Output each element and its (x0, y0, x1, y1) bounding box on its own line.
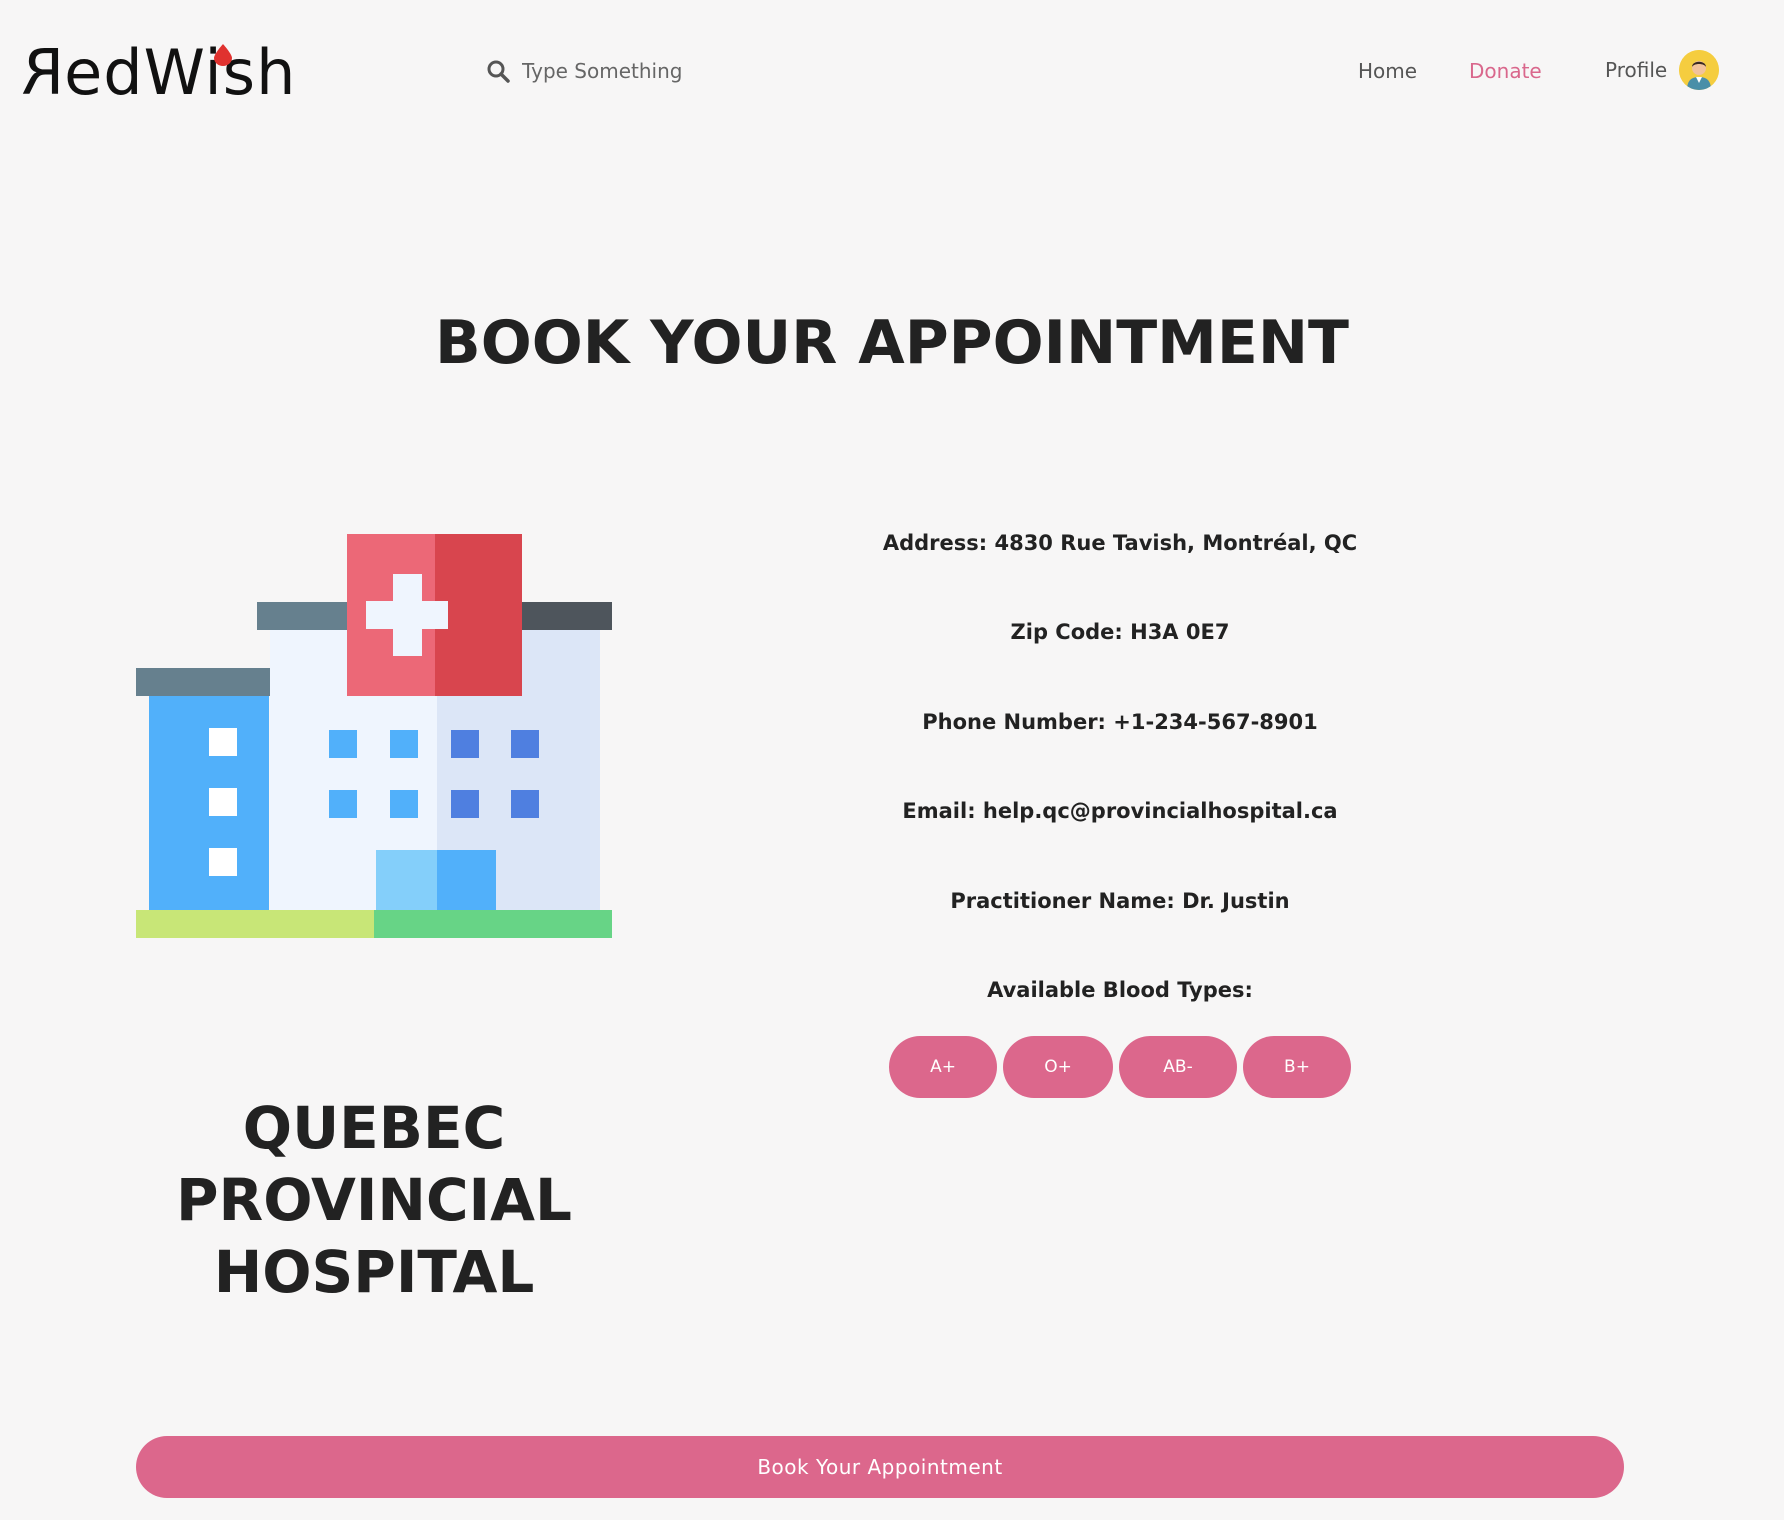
page-title: BOOK YOUR APPOINTMENT (435, 308, 1349, 378)
search-input[interactable] (522, 59, 782, 83)
nav-home[interactable]: Home (1358, 56, 1417, 86)
avatar-icon (1679, 50, 1720, 90)
logo-letter-r: R (20, 36, 65, 109)
blood-type-button[interactable]: AB- (1119, 1036, 1237, 1098)
email: Email: help.qc@provincialhospital.ca (902, 799, 1338, 823)
hospital-building-icon (136, 534, 612, 938)
blood-type-button[interactable]: O+ (1003, 1036, 1113, 1098)
blood-type-button[interactable]: A+ (889, 1036, 997, 1098)
hospital-name-line2: PROVINCIAL (176, 1166, 572, 1234)
logo[interactable]: RedWish (20, 36, 296, 109)
nav-profile[interactable]: Profile (1605, 50, 1720, 90)
book-appointment-button[interactable]: Book Your Appointment (136, 1436, 1624, 1498)
search-icon (487, 60, 510, 83)
hospital-name-line1: QUEBEC (242, 1094, 506, 1162)
blood-type-list: A+ O+ AB- B+ (889, 1036, 1351, 1098)
blood-drop-icon (214, 44, 232, 66)
hospital-name: QUEBEC PROVINCIAL HOSPITAL (136, 1092, 612, 1308)
practitioner-name: Practitioner Name: Dr. Justin (950, 889, 1290, 913)
zip-code: Zip Code: H3A 0E7 (1010, 620, 1230, 644)
phone-number: Phone Number: +1-234-567-8901 (922, 710, 1318, 734)
blood-type-button[interactable]: B+ (1243, 1036, 1351, 1098)
blood-types-label: Available Blood Types: (987, 978, 1253, 1002)
nav-donate[interactable]: Donate (1469, 56, 1542, 86)
nav-profile-label: Profile (1605, 58, 1668, 82)
address: Address: 4830 Rue Tavish, Montréal, QC (882, 531, 1358, 555)
avatar[interactable] (1679, 50, 1720, 90)
logo-text-middle: edW (64, 36, 205, 109)
hospital-name-line3: HOSPITAL (213, 1238, 535, 1306)
search-bar[interactable] (486, 56, 782, 86)
